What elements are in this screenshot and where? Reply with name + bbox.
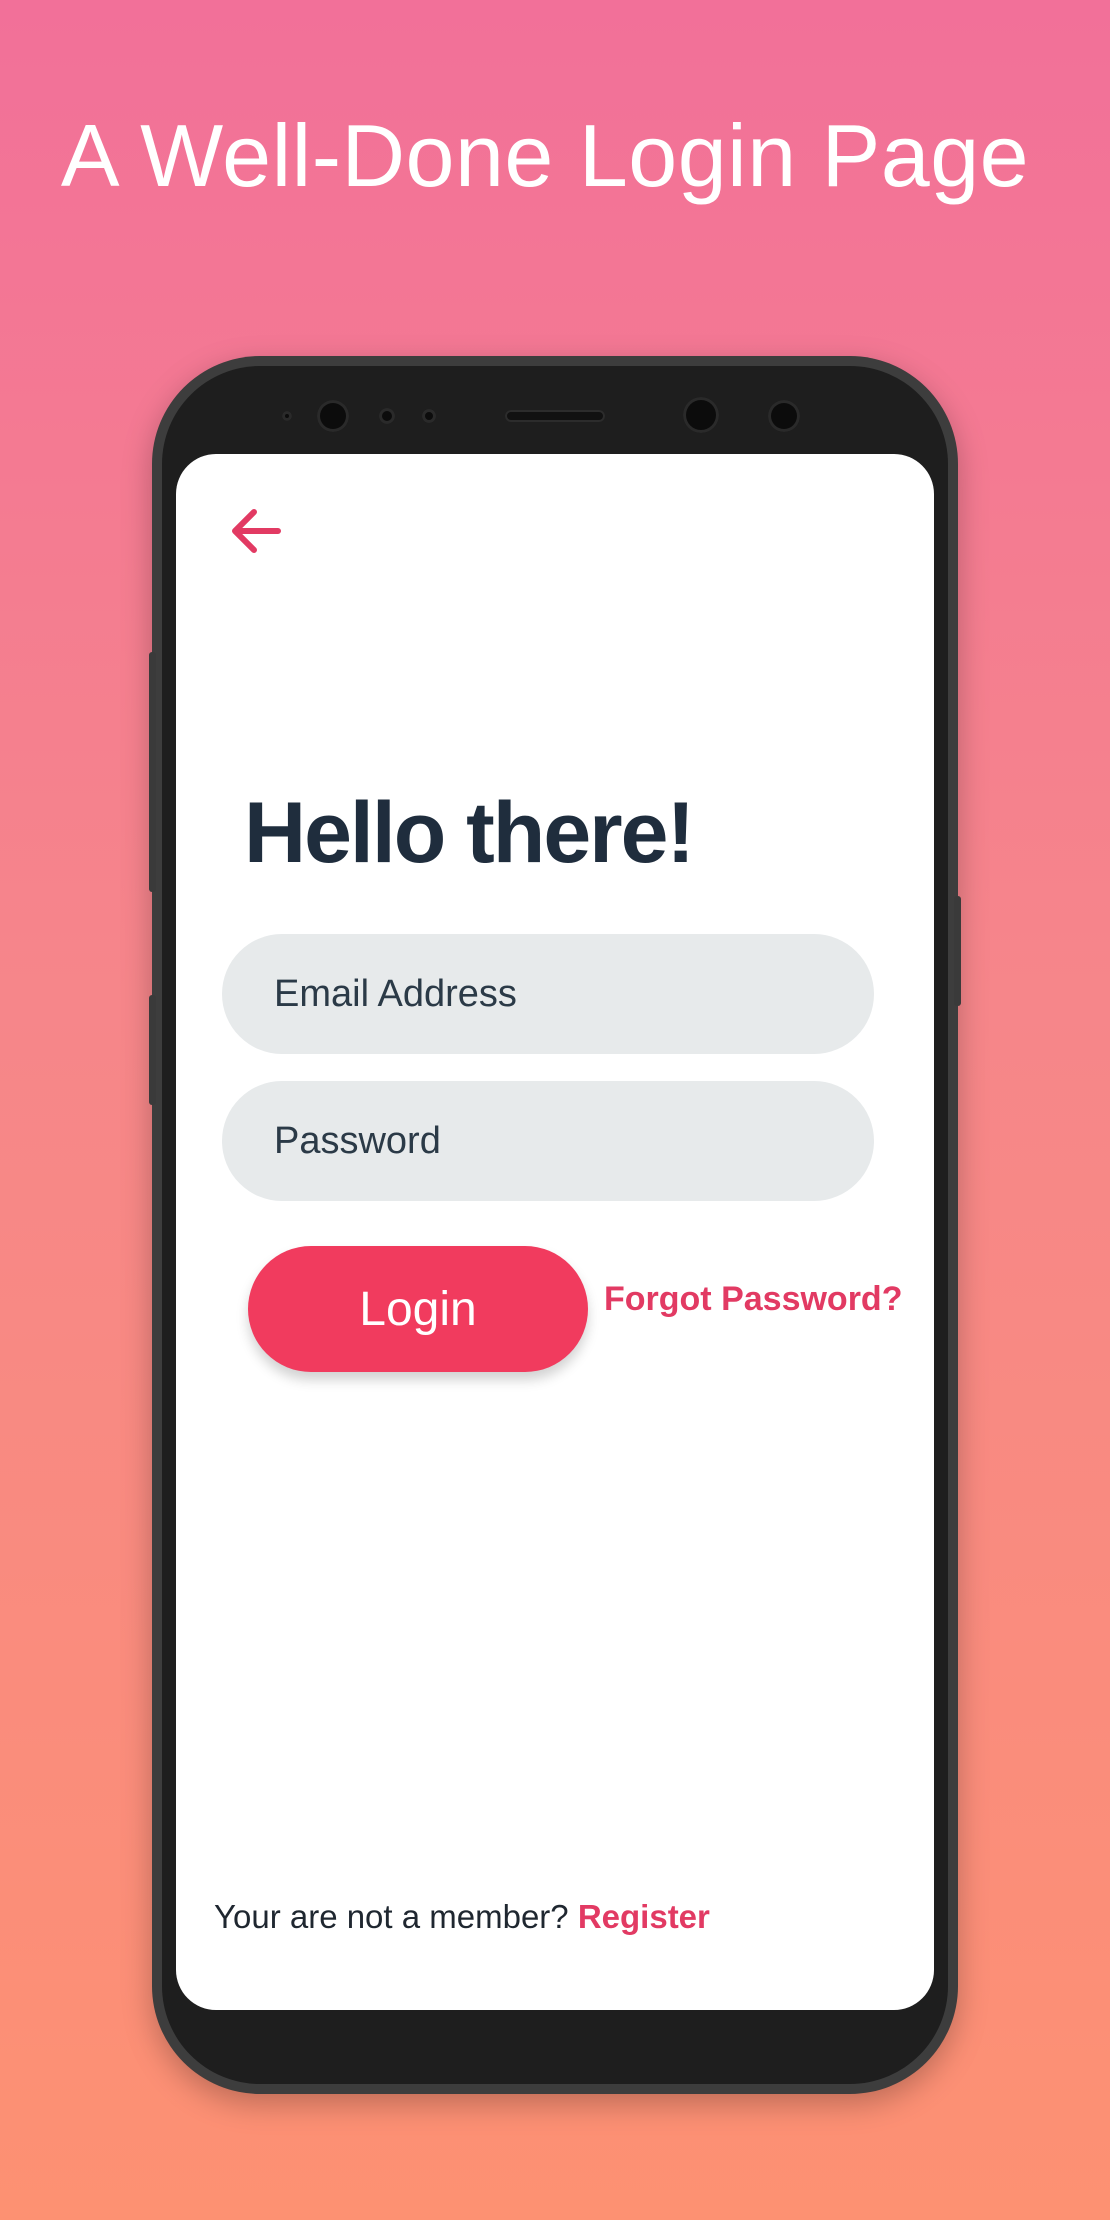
phone-volume-button [149, 652, 156, 892]
greeting-heading: Hello there! [244, 785, 695, 881]
phone-power-button [954, 896, 961, 1006]
login-button[interactable]: Login [248, 1246, 588, 1372]
promo-title: A Well-Done Login Page [60, 106, 1030, 205]
sensor-dot [282, 411, 292, 421]
forgot-password-link[interactable]: Forgot Password? [604, 1280, 902, 1319]
front-camera [768, 400, 800, 432]
password-field[interactable] [222, 1081, 874, 1201]
register-prompt: Your are not a member? Register [214, 1898, 710, 1936]
phone-assistant-button [149, 995, 156, 1105]
footer-text: Your are not a member? [214, 1898, 569, 1935]
app-screen: Hello there! Login Forgot Password? Your… [176, 454, 934, 2010]
sensor-dot [422, 409, 436, 423]
arrow-left-icon[interactable] [224, 499, 288, 563]
register-link[interactable]: Register [578, 1898, 710, 1935]
earpiece-speaker [505, 410, 605, 422]
front-camera [317, 400, 349, 432]
email-field[interactable] [222, 934, 874, 1054]
sensor-dot [379, 408, 395, 424]
front-camera [683, 397, 719, 433]
